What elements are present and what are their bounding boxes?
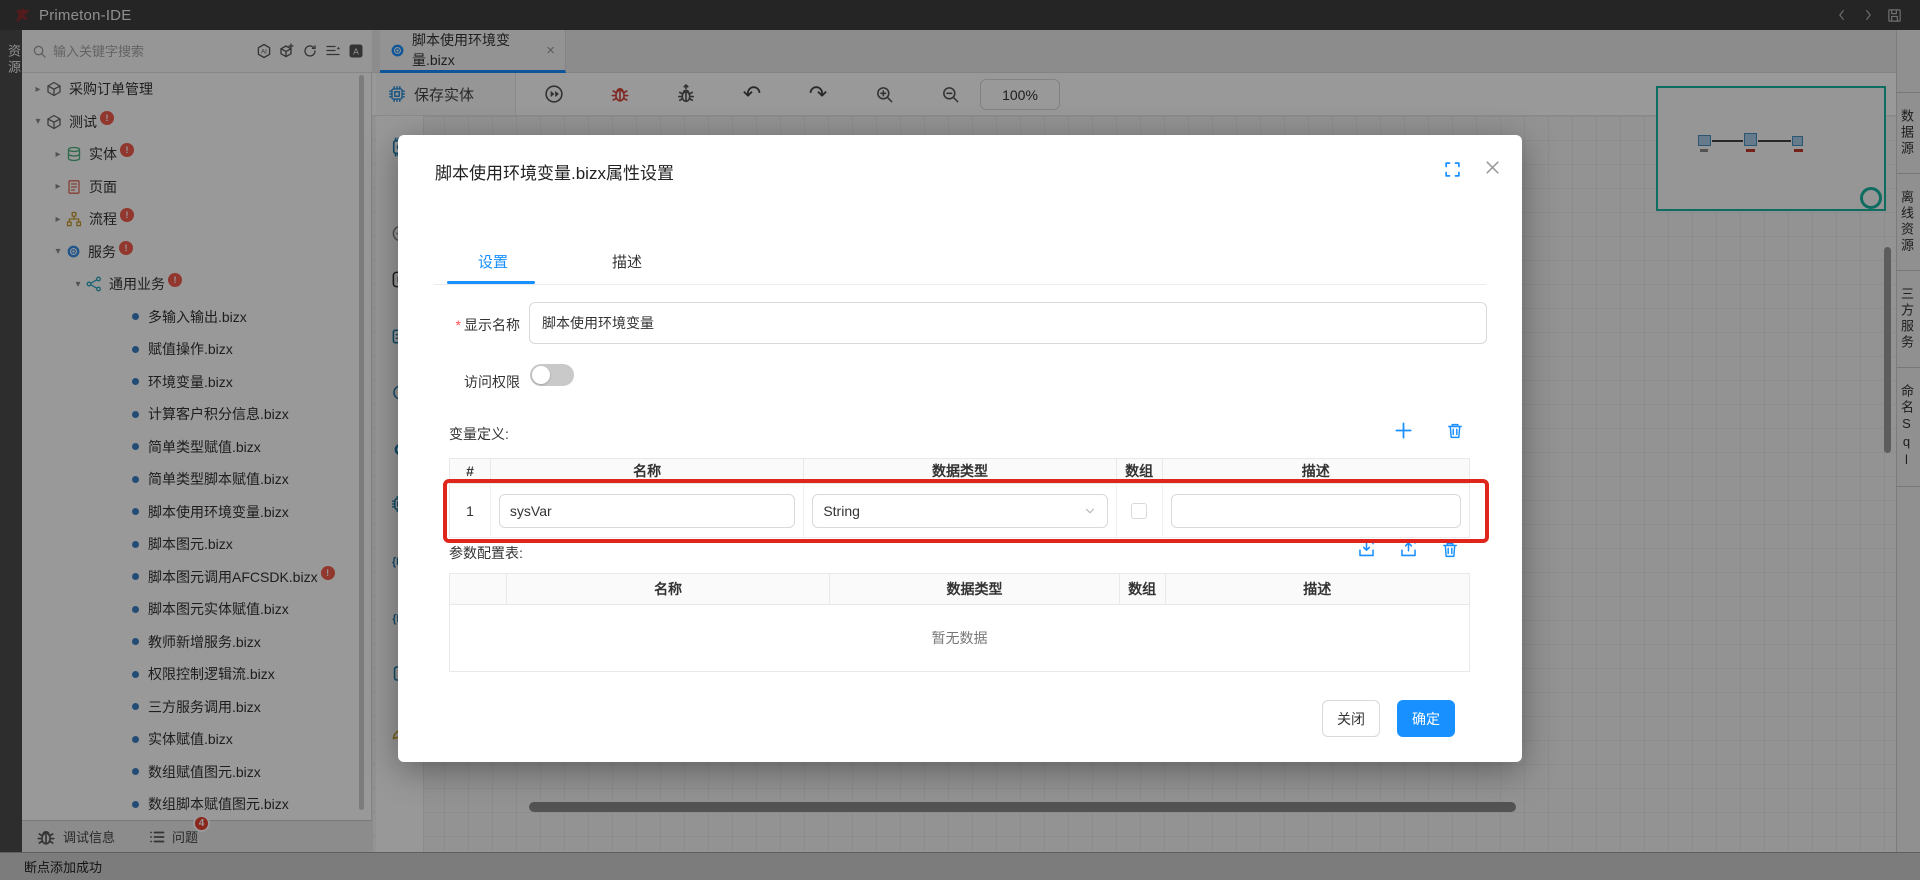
row-index: 1 — [466, 503, 474, 519]
variable-name-input[interactable] — [499, 494, 795, 528]
column-header: 名称 — [507, 574, 830, 604]
add-variable-icon[interactable] — [1394, 421, 1413, 440]
import-icon[interactable] — [1357, 540, 1376, 559]
empty-placeholder: 暂无数据 — [449, 605, 1470, 672]
access-toggle[interactable] — [530, 364, 574, 386]
chevron-down-icon — [1083, 504, 1097, 518]
var-def-label: 变量定义: — [449, 424, 509, 444]
dialog-tab-description[interactable]: 描述 — [612, 251, 642, 272]
dialog-tab-settings[interactable]: 设置 — [478, 251, 508, 272]
column-header: 数据类型 — [830, 574, 1119, 604]
tab-divider — [434, 284, 1486, 285]
param-table: 名称数据类型数组描述暂无数据 — [449, 573, 1470, 672]
array-checkbox[interactable] — [1131, 503, 1147, 519]
column-header: 数组 — [1117, 459, 1163, 483]
column-header: 描述 — [1166, 574, 1469, 604]
required-asterisk: * — [456, 317, 461, 333]
ok-button[interactable]: 确定 — [1397, 700, 1455, 737]
variable-table: #名称数据类型数组描述 1 String — [449, 458, 1470, 538]
display-name-label: *显示名称 — [434, 315, 520, 335]
fullscreen-icon[interactable] — [1444, 161, 1461, 178]
delete-variable-icon[interactable] — [1446, 422, 1464, 440]
export-icon[interactable] — [1399, 540, 1418, 559]
param-table-label: 参数配置表: — [449, 543, 523, 563]
column-header: # — [450, 459, 491, 483]
column-header: 数据类型 — [804, 459, 1116, 483]
delete-param-icon[interactable] — [1441, 541, 1459, 559]
dialog-title: 脚本使用环境变量.bizx属性设置 — [435, 159, 674, 184]
column-header: 描述 — [1163, 459, 1469, 483]
variable-desc-input[interactable] — [1171, 494, 1461, 528]
close-button[interactable]: 关闭 — [1322, 700, 1380, 737]
data-type-select[interactable]: String — [812, 494, 1107, 528]
column-header — [450, 574, 507, 604]
variable-row: 1 String — [449, 484, 1470, 538]
access-label: 访问权限 — [434, 372, 520, 392]
dialog-close-icon[interactable] — [1484, 159, 1501, 176]
active-tab-indicator — [447, 281, 535, 284]
column-header: 数组 — [1120, 574, 1166, 604]
column-header: 名称 — [491, 459, 804, 483]
display-name-input[interactable] — [529, 302, 1487, 344]
properties-dialog: 脚本使用环境变量.bizx属性设置 设置 描述 *显示名称 访问权限 变量定义:… — [398, 135, 1522, 762]
